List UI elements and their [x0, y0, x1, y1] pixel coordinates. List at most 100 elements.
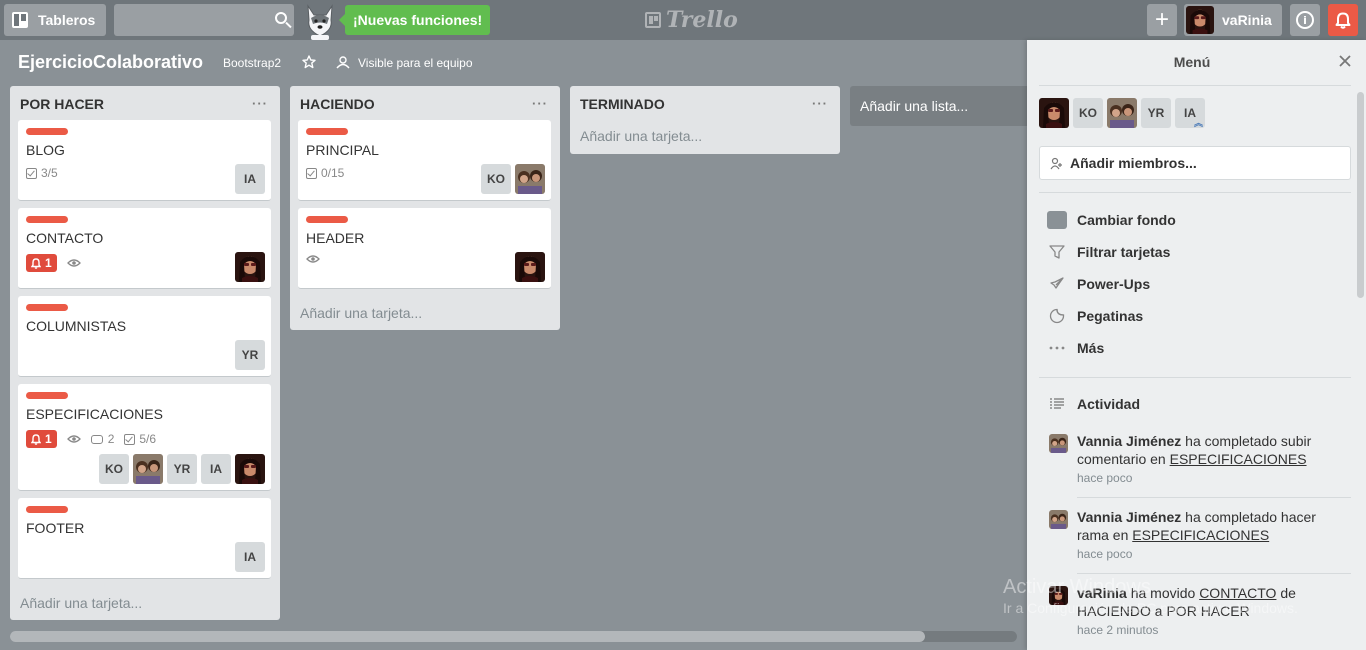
list-menu-icon[interactable]: ···: [812, 96, 828, 111]
menu-power-ups[interactable]: Power-Ups: [1047, 275, 1150, 293]
activity-card-link[interactable]: ESPECIFICACIONES: [1132, 527, 1269, 543]
member-avatar-varinia[interactable]: [515, 252, 545, 282]
notifications-button[interactable]: [1328, 4, 1358, 36]
list-header[interactable]: HACIENDO ···: [290, 86, 560, 120]
divider: [1039, 377, 1351, 378]
card-blog[interactable]: BLOG 3/5 IA: [18, 120, 271, 201]
member-avatar[interactable]: IA: [201, 454, 231, 484]
checklist-count: 5/6: [139, 432, 157, 446]
horizontal-scrollbar-thumb[interactable]: [10, 631, 925, 642]
card-label[interactable]: [306, 128, 348, 135]
team-visibility-icon[interactable]: [336, 56, 350, 69]
member-avatar[interactable]: IA: [235, 542, 265, 572]
member-avatar[interactable]: KO: [1073, 98, 1103, 128]
board-visibility[interactable]: Visible para el equipo: [358, 56, 473, 70]
member-avatar-vannia[interactable]: [1107, 98, 1137, 128]
card-members: IA: [235, 542, 265, 572]
checklist-count: 0/15: [321, 166, 345, 180]
search-icon[interactable]: [275, 12, 287, 24]
add-card-link[interactable]: Añadir una tarjeta...: [20, 595, 142, 611]
card-columnistas[interactable]: COLUMNISTAS YR: [18, 296, 271, 377]
activity-card-link[interactable]: CONTACTO: [1199, 585, 1276, 601]
activity-time[interactable]: hace 2 minutos: [1077, 623, 1158, 637]
menu-stickers[interactable]: Pegatinas: [1047, 307, 1143, 325]
due-count: 1: [45, 256, 52, 270]
card-principal[interactable]: PRINCIPAL 0/15 KO: [298, 120, 551, 201]
card-footer[interactable]: FOOTER IA: [18, 498, 271, 579]
taco-husky-icon[interactable]: [303, 2, 337, 40]
new-features-button[interactable]: ¡Nuevas funciones!: [338, 5, 491, 35]
member-avatar-varinia[interactable]: [1039, 98, 1069, 128]
comments-badge: 2: [90, 432, 114, 446]
list-header[interactable]: TERMINADO ···: [570, 86, 840, 120]
boards-button[interactable]: Tableros: [4, 4, 106, 36]
list-title[interactable]: TERMINADO: [580, 96, 665, 112]
board-title[interactable]: EjercicioColaborativo: [18, 52, 203, 73]
search-input[interactable]: [114, 4, 294, 36]
member-avatar[interactable]: KO: [481, 164, 511, 194]
member-avatar[interactable]: YR: [1141, 98, 1171, 128]
card-title: BLOG: [26, 142, 65, 158]
card-badges: 1 2 5/6: [26, 430, 156, 448]
card-header[interactable]: HEADER: [298, 208, 551, 289]
card-label[interactable]: [26, 128, 68, 135]
member-avatar-varinia[interactable]: [235, 252, 265, 282]
menu-label: Pegatinas: [1077, 308, 1144, 324]
user-menu-button[interactable]: vaRinia: [1184, 4, 1282, 36]
add-members-button[interactable]: Añadir miembros...: [1039, 146, 1351, 180]
member-avatar[interactable]: YR: [235, 340, 265, 370]
activity-user[interactable]: Vannia Jiménez: [1077, 433, 1181, 449]
board-menu-sidebar: Menú KO YR IA ︽ Añadir miembros... Cambi…: [1027, 40, 1366, 650]
info-button[interactable]: i: [1290, 4, 1320, 36]
list-header[interactable]: POR HACER ···: [10, 86, 280, 120]
member-avatar[interactable]: KO: [99, 454, 129, 484]
card-label[interactable]: [26, 392, 68, 399]
divider: [1077, 573, 1351, 574]
activity-time[interactable]: hace poco: [1077, 471, 1132, 485]
card-label[interactable]: [306, 216, 348, 223]
card-members: IA: [235, 164, 265, 194]
menu-more[interactable]: Más: [1047, 339, 1104, 357]
trello-logo[interactable]: Trello: [645, 6, 738, 34]
list-title[interactable]: POR HACER: [20, 96, 104, 112]
member-avatar-admin[interactable]: IA ︽: [1175, 98, 1205, 128]
list-title[interactable]: HACIENDO: [300, 96, 375, 112]
activity-user[interactable]: Vannia Jiménez: [1077, 509, 1181, 525]
activity-text: Vannia Jiménez ha completado hacer rama …: [1077, 508, 1347, 544]
close-icon[interactable]: [1338, 54, 1352, 68]
activity-card-link[interactable]: ESPECIFICACIONES: [1170, 451, 1307, 467]
list-menu-icon[interactable]: ···: [252, 96, 268, 111]
comment-icon: [90, 434, 103, 444]
member-avatar-varinia[interactable]: [235, 454, 265, 484]
board-team[interactable]: Bootstrap2: [223, 56, 281, 70]
activity-title: Actividad: [1077, 396, 1141, 412]
member-avatar-vannia[interactable]: [515, 164, 545, 194]
activity-avatar[interactable]: [1049, 434, 1068, 453]
activity-time[interactable]: hace poco: [1077, 547, 1132, 561]
card-members: YR: [235, 340, 265, 370]
member-avatar-vannia[interactable]: [133, 454, 163, 484]
add-card-link[interactable]: Añadir una tarjeta...: [300, 305, 422, 321]
member-avatar[interactable]: IA: [235, 164, 265, 194]
sidebar-scrollbar[interactable]: [1357, 92, 1364, 298]
card-members: KO YR IA: [99, 454, 265, 484]
card-contacto[interactable]: CONTACTO 1: [18, 208, 271, 289]
member-avatar[interactable]: YR: [167, 454, 197, 484]
add-card-link[interactable]: Añadir una tarjeta...: [580, 128, 702, 144]
add-button[interactable]: +: [1147, 4, 1177, 36]
trello-logo-icon: [645, 12, 661, 28]
menu-label: Power-Ups: [1077, 276, 1151, 292]
due-count: 1: [45, 432, 52, 446]
activity-text: Vannia Jiménez ha completado subir comen…: [1077, 432, 1347, 468]
card-especificaciones[interactable]: ESPECIFICACIONES 1 2 5/6 KO YR IA: [18, 384, 271, 491]
menu-change-background[interactable]: Cambiar fondo: [1047, 211, 1176, 229]
list-menu-icon[interactable]: ···: [532, 96, 548, 111]
card-label[interactable]: [26, 506, 68, 513]
star-icon[interactable]: [302, 55, 316, 69]
admin-chevron-icon: ︽: [1193, 118, 1203, 128]
menu-filter-cards[interactable]: Filtrar tarjetas: [1047, 243, 1170, 261]
activity-avatar[interactable]: [1049, 510, 1068, 529]
card-label[interactable]: [26, 216, 68, 223]
card-label[interactable]: [26, 304, 68, 311]
add-list-button[interactable]: Añadir una lista...: [850, 86, 1040, 126]
